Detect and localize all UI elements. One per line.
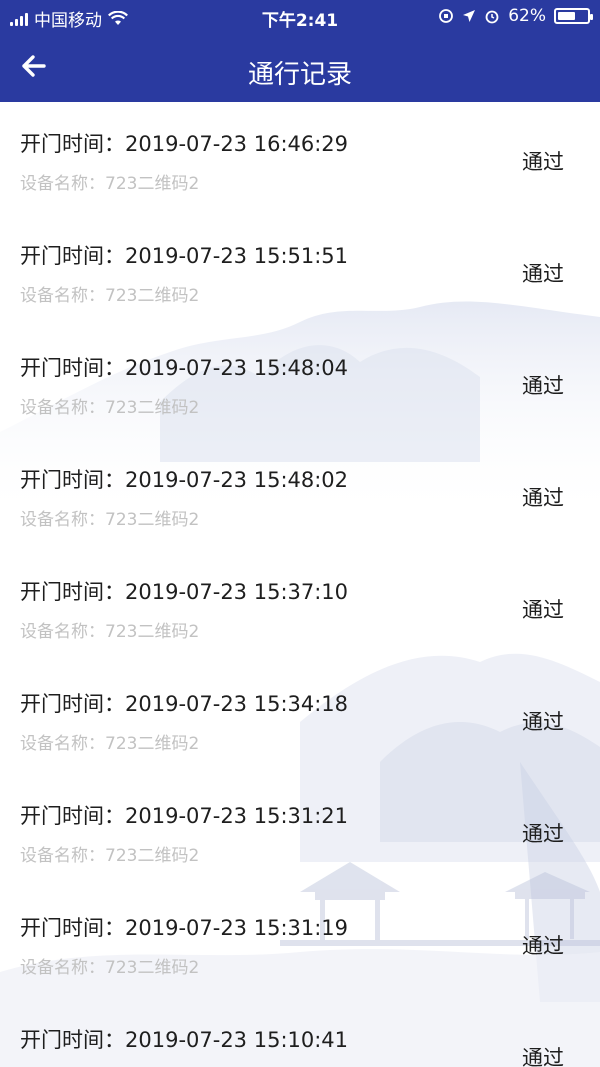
open-time-value: 2019-07-23 15:31:21 — [125, 804, 349, 828]
open-time-label: 开门时间： — [20, 468, 125, 492]
open-time-label: 开门时间： — [20, 916, 125, 940]
device-name-value: 723二维码2 — [105, 734, 200, 754]
open-time: 开门时间：2019-07-23 16:46:29 — [20, 128, 348, 158]
access-record-list: 开门时间：2019-07-23 16:46:29 设备名称：723二维码2 通过 开门… — [0, 102, 600, 1067]
device-name-value: 723二维码2 — [105, 510, 200, 530]
device-name-label: 设备名称： — [20, 286, 105, 306]
record-row[interactable]: 开门时间：2019-07-23 15:31:19 设备名称：723二维码2 通过 — [0, 886, 600, 998]
open-time: 开门时间：2019-07-23 15:48:02 — [20, 464, 348, 494]
open-time-value: 2019-07-23 15:48:02 — [125, 468, 349, 492]
app-screen: 中国移动 下午2:41 62% 通行记录 开门时间：2019-07-23 16:… — [0, 0, 600, 1067]
open-time-value: 2019-07-23 15:48:04 — [125, 356, 349, 380]
record-row[interactable]: 开门时间：2019-07-23 15:37:10 设备名称：723二维码2 通过 — [0, 550, 600, 662]
record-row[interactable]: 开门时间：2019-07-23 15:48:04 设备名称：723二维码2 通过 — [0, 326, 600, 438]
battery-icon — [554, 8, 593, 24]
open-time-label: 开门时间： — [20, 1028, 125, 1052]
open-time: 开门时间：2019-07-23 15:31:21 — [20, 800, 348, 830]
open-time-label: 开门时间： — [20, 804, 125, 828]
device-name-label: 设备名称： — [20, 510, 105, 530]
status-bar: 中国移动 下午2:41 62% — [0, 0, 600, 32]
device-name: 设备名称：723二维码2 — [20, 729, 199, 754]
pass-status: 通过 — [522, 262, 564, 286]
device-name-label: 设备名称： — [20, 622, 105, 642]
pass-status: 通过 — [522, 598, 564, 622]
record-row[interactable]: 开门时间：2019-07-23 15:51:51 设备名称：723二维码2 通过 — [0, 214, 600, 326]
record-row[interactable]: 开门时间：2019-07-23 15:10:41 通过 — [0, 998, 600, 1067]
open-time-label: 开门时间： — [20, 580, 125, 604]
open-time-label: 开门时间： — [20, 356, 125, 380]
open-time: 开门时间：2019-07-23 15:37:10 — [20, 576, 348, 606]
open-time-value: 2019-07-23 16:46:29 — [125, 132, 349, 156]
device-name: 设备名称：723二维码2 — [20, 617, 199, 642]
open-time: 开门时间：2019-07-23 15:34:18 — [20, 688, 348, 718]
pass-status: 通过 — [522, 710, 564, 734]
pass-status: 通过 — [522, 1046, 564, 1067]
open-time-label: 开门时间： — [20, 692, 125, 716]
open-time-value: 2019-07-23 15:51:51 — [125, 244, 349, 268]
device-name-value: 723二维码2 — [105, 846, 200, 866]
pass-status: 通过 — [522, 150, 564, 174]
pass-status: 通过 — [522, 374, 564, 398]
battery-percent: 62% — [508, 6, 546, 26]
device-name-label: 设备名称： — [20, 734, 105, 754]
open-time: 开门时间：2019-07-23 15:48:04 — [20, 352, 348, 382]
record-row[interactable]: 开门时间：2019-07-23 15:48:02 设备名称：723二维码2 通过 — [0, 438, 600, 550]
device-name: 设备名称：723二维码2 — [20, 281, 199, 306]
alarm-clock-icon — [485, 10, 499, 24]
open-time: 开门时间：2019-07-23 15:51:51 — [20, 240, 348, 270]
page-title: 通行记录 — [247, 60, 352, 90]
navigation-bar: 通行记录 — [0, 32, 600, 102]
device-name-value: 723二维码2 — [105, 174, 200, 194]
pass-status: 通过 — [522, 934, 564, 958]
location-arrow-icon — [463, 10, 476, 22]
device-name: 设备名称：723二维码2 — [20, 505, 199, 530]
record-row[interactable]: 开门时间：2019-07-23 16:46:29 设备名称：723二维码2 通过 — [0, 102, 600, 214]
device-name-label: 设备名称： — [20, 846, 105, 866]
device-name-label: 设备名称： — [20, 398, 105, 418]
record-row[interactable]: 开门时间：2019-07-23 15:31:21 设备名称：723二维码2 通过 — [0, 774, 600, 886]
device-name: 设备名称：723二维码2 — [20, 393, 199, 418]
device-name: 设备名称：723二维码2 — [20, 841, 199, 866]
app-header: 中国移动 下午2:41 62% 通行记录 — [0, 0, 600, 102]
screen-lock-icon — [439, 9, 454, 23]
open-time-value: 2019-07-23 15:31:19 — [125, 916, 349, 940]
device-name-value: 723二维码2 — [105, 622, 200, 642]
pass-status: 通过 — [522, 822, 564, 846]
device-name: 设备名称：723二维码2 — [20, 169, 199, 194]
pass-status: 通过 — [522, 486, 564, 510]
device-name-label: 设备名称： — [20, 174, 105, 194]
open-time-value: 2019-07-23 15:10:41 — [125, 1028, 349, 1052]
device-name-value: 723二维码2 — [105, 958, 200, 978]
record-row[interactable]: 开门时间：2019-07-23 15:34:18 设备名称：723二维码2 通过 — [0, 662, 600, 774]
battery-fill — [558, 12, 576, 20]
open-time-label: 开门时间： — [20, 244, 125, 268]
device-name-value: 723二维码2 — [105, 398, 200, 418]
open-time-value: 2019-07-23 15:37:10 — [125, 580, 349, 604]
open-time: 开门时间：2019-07-23 15:31:19 — [20, 912, 348, 942]
open-time-label: 开门时间： — [20, 132, 125, 156]
status-right: 62% — [438, 6, 593, 26]
open-time-value: 2019-07-23 15:34:18 — [125, 692, 349, 716]
open-time: 开门时间：2019-07-23 15:10:41 — [20, 1024, 348, 1054]
device-name: 设备名称：723二维码2 — [20, 953, 199, 978]
device-name-value: 723二维码2 — [105, 286, 200, 306]
device-name-label: 设备名称： — [20, 958, 105, 978]
